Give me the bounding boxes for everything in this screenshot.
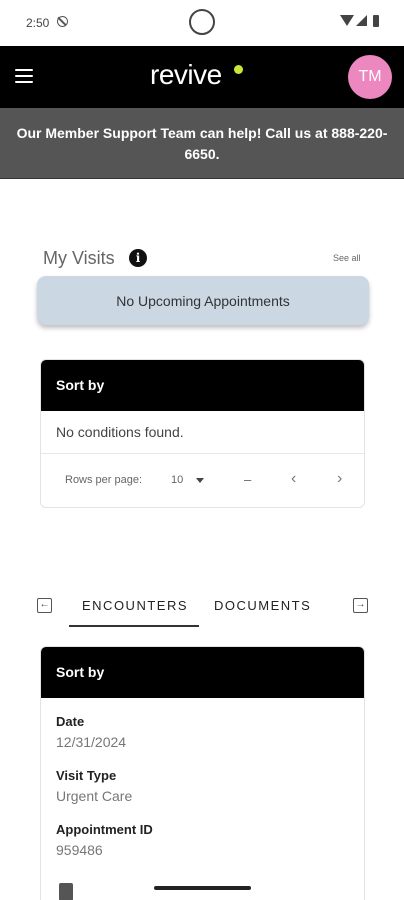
next-page-button[interactable]: › [337, 470, 342, 488]
hamburger-menu-icon[interactable] [15, 69, 33, 83]
support-banner: Our Member Support Team can help! Call u… [0, 108, 404, 179]
conditions-table: Sort by No conditions found. Rows per pa… [40, 359, 365, 508]
document-icon[interactable] [59, 883, 73, 900]
encounter-appointment-id: Appointment ID 959486 [41, 822, 153, 858]
encounters-list: Sort by Date 12/31/2024 Visit Type Urgen… [40, 646, 365, 900]
battery-icon [373, 15, 379, 27]
field-value: 12/31/2024 [56, 734, 127, 750]
home-indicator[interactable] [154, 886, 251, 890]
logo-leaf-icon [234, 65, 243, 74]
field-label: Appointment ID [56, 822, 153, 837]
status-time: 2:50 [26, 16, 50, 30]
revive-logo: revive [150, 59, 222, 90]
rows-per-page-select[interactable]: 10 [171, 474, 183, 486]
see-all-link[interactable]: See all [333, 253, 361, 263]
tab-encounters[interactable]: ENCOUNTERS [82, 598, 188, 613]
user-avatar[interactable]: TM [348, 55, 392, 99]
conditions-pagination: Rows per page: 10 – ‹ › [41, 454, 364, 507]
my-visits-title: My Visits [43, 248, 115, 268]
pagination-range: – [244, 472, 252, 487]
tab-scroll-right-icon[interactable]: → [353, 598, 368, 613]
app-header: revive TM [0, 46, 404, 108]
conditions-sort-header[interactable]: Sort by [41, 360, 364, 411]
tab-documents[interactable]: DOCUMENTS [214, 598, 311, 613]
encounter-visit-type: Visit Type Urgent Care [41, 768, 132, 804]
camera-cutout [189, 9, 215, 35]
active-tab-indicator [69, 625, 199, 627]
signal-icon [356, 15, 367, 26]
previous-page-button[interactable]: ‹ [291, 470, 296, 488]
encounters-sort-header[interactable]: Sort by [41, 647, 364, 698]
chevron-down-icon[interactable] [196, 478, 204, 483]
do-not-disturb-icon [57, 16, 68, 27]
field-label: Visit Type [56, 768, 117, 783]
field-value: Urgent Care [56, 788, 133, 804]
rows-per-page-label: Rows per page: [65, 474, 143, 486]
conditions-empty-message: No conditions found. [41, 411, 364, 454]
wifi-icon [340, 15, 354, 26]
no-upcoming-appointments: No Upcoming Appointments [37, 276, 369, 325]
field-value: 959486 [56, 842, 103, 858]
status-bar: 2:50 [0, 0, 404, 46]
field-label: Date [56, 714, 85, 729]
info-icon[interactable]: i [129, 249, 147, 267]
encounter-date: Date 12/31/2024 [41, 714, 126, 750]
tab-scroll-left-icon[interactable]: ← [37, 598, 52, 613]
